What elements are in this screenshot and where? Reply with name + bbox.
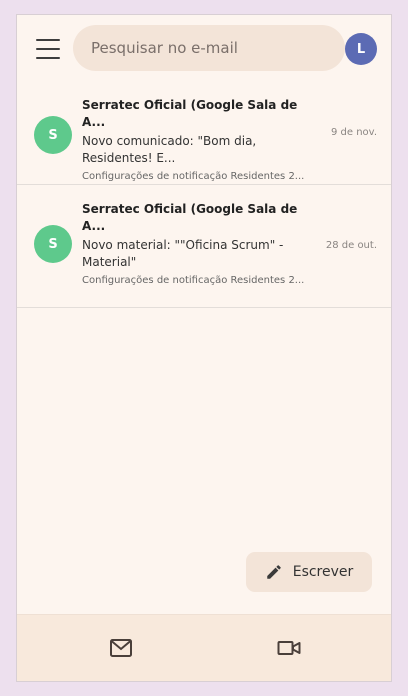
email-sender: Serratec Oficial (Google Sala de A...	[82, 202, 298, 233]
search-input[interactable]	[89, 38, 345, 58]
top-bar: L	[17, 15, 391, 85]
sender-avatar: S	[34, 225, 72, 263]
search-bar[interactable]	[73, 25, 345, 71]
email-list: S Serratec Oficial (Google Sala de A... …	[17, 89, 391, 308]
email-snippet: Configurações de notificação Residentes …	[82, 171, 305, 182]
email-snippet: Configurações de notificação Residentes …	[82, 275, 305, 286]
sender-avatar: S	[34, 116, 72, 154]
account-avatar[interactable]: L	[345, 33, 377, 65]
email-item[interactable]: S Serratec Oficial (Google Sala de A... …	[17, 185, 391, 308]
email-content: Serratec Oficial (Google Sala de A... No…	[82, 97, 318, 184]
compose-button[interactable]: Escrever	[246, 552, 372, 592]
email-sender: Serratec Oficial (Google Sala de A...	[82, 98, 298, 129]
email-content: Serratec Oficial (Google Sala de A... No…	[82, 201, 318, 288]
app-window: L S Serratec Oficial (Google Sala de A..…	[16, 14, 392, 682]
email-subject: Novo comunicado: "Bom dia, Residentes! E…	[82, 134, 257, 165]
mail-icon[interactable]	[109, 637, 133, 659]
bottom-nav	[17, 614, 391, 681]
pencil-icon	[266, 565, 281, 579]
email-date: 9 de nov.	[331, 127, 377, 138]
email-date: 28 de out.	[325, 240, 377, 251]
compose-label: Escrever	[292, 564, 354, 580]
video-icon[interactable]	[277, 637, 301, 659]
menu-icon[interactable]	[36, 39, 60, 59]
email-item[interactable]: S Serratec Oficial (Google Sala de A... …	[17, 89, 391, 185]
email-subject: Novo material: ""Oficina Scrum" - Materi…	[82, 238, 284, 269]
